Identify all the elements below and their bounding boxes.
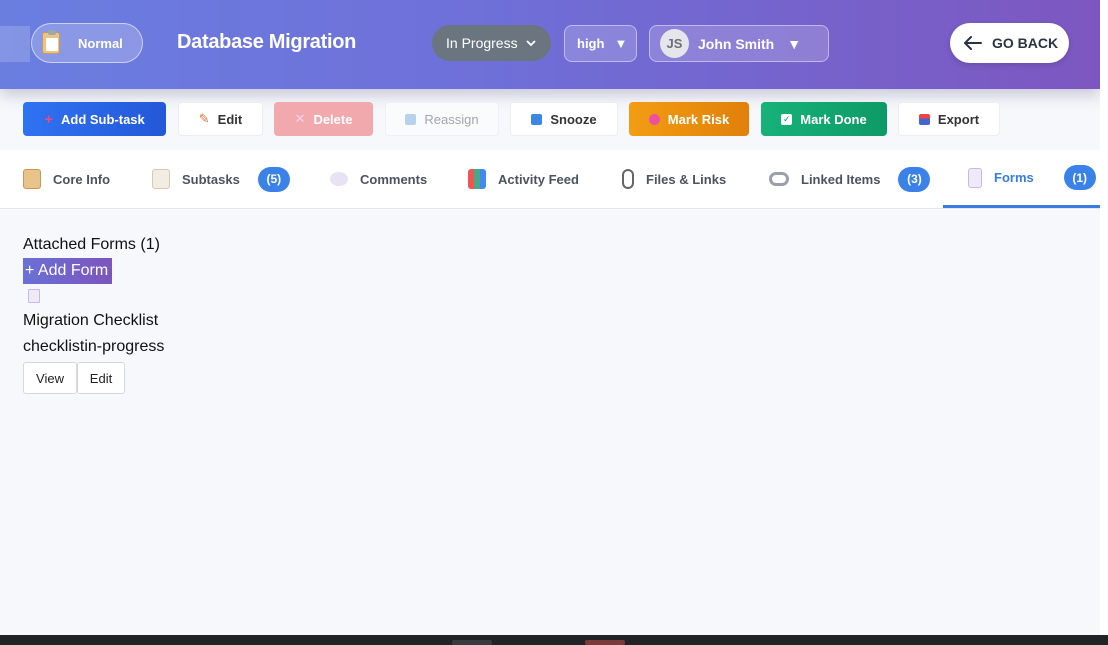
tab-linked-items[interactable]: Linked Items (3) — [769, 150, 931, 208]
taskbar-item[interactable] — [585, 640, 625, 645]
add-subtask-label: Add Sub-task — [60, 111, 145, 127]
caret-down-icon: ▼ — [614, 36, 628, 51]
link-icon — [769, 172, 789, 186]
snooze-button[interactable]: Snooze — [510, 102, 618, 136]
go-back-button[interactable]: GO BACK — [950, 23, 1069, 63]
taskbar-item[interactable] — [452, 640, 492, 645]
tab-activity-feed[interactable]: Activity Feed — [468, 150, 579, 208]
assignee-dropdown[interactable]: JS John Smith ▼ — [649, 25, 829, 62]
mark-done-label: Mark Done — [800, 111, 867, 127]
status-dropdown[interactable]: In Progress — [432, 25, 551, 61]
tab-label: Forms — [994, 170, 1034, 185]
tab-core-info[interactable]: Core Info — [23, 150, 110, 208]
reassign-button[interactable]: Reassign — [385, 102, 499, 136]
status-label: In Progress — [446, 35, 518, 51]
tab-label: Subtasks — [182, 171, 240, 187]
header-side-strip — [0, 26, 30, 62]
pause-icon — [531, 113, 543, 125]
tab-subtasks[interactable]: Subtasks (5) — [152, 150, 290, 208]
add-subtask-button[interactable]: + Add Sub-task — [23, 102, 166, 136]
plus-icon: + — [44, 110, 53, 128]
checkmark-icon: ✓ — [781, 113, 793, 125]
tab-label: Comments — [360, 171, 428, 187]
priority-dropdown[interactable]: high ▼ — [564, 25, 637, 62]
memo-icon — [152, 169, 170, 189]
export-label: Export — [937, 111, 980, 127]
mark-risk-label: Mark Risk — [667, 111, 730, 127]
tab-label: Files & Links — [646, 171, 727, 187]
paperclip-icon — [622, 169, 634, 189]
taskbar — [0, 635, 1108, 645]
avatar: JS — [660, 29, 689, 58]
edit-form-button[interactable]: Edit — [77, 362, 125, 394]
tab-comments[interactable]: Comments — [330, 150, 427, 208]
export-icon — [918, 113, 930, 125]
pencil-icon: ✎ — [198, 111, 210, 126]
tab-bar: Core Info Subtasks (5) Comments Activity… — [0, 150, 1101, 209]
go-back-label: GO BACK — [992, 35, 1059, 51]
delete-label: Delete — [313, 111, 353, 127]
task-type-label: Normal — [78, 35, 123, 51]
task-type-badge[interactable]: Normal — [31, 23, 143, 63]
snooze-label: Snooze — [550, 111, 597, 127]
priority-label: high — [577, 36, 605, 51]
bar-chart-icon — [468, 169, 486, 189]
arrow-left-icon — [964, 36, 982, 50]
window-edge — [1100, 0, 1108, 645]
forms-heading: Attached Forms (1) — [23, 236, 160, 253]
close-icon: ✕ — [294, 111, 306, 126]
reassign-label: Reassign — [424, 111, 479, 127]
caret-down-icon: ▼ — [787, 35, 802, 52]
view-form-button[interactable]: View — [23, 362, 77, 394]
tab-files-links[interactable]: Files & Links — [622, 150, 726, 208]
form-type-status: checklistin-progress — [23, 338, 165, 355]
tab-count-badge: (1) — [1063, 165, 1096, 190]
tab-label: Core Info — [53, 171, 111, 187]
speech-bubble-icon — [330, 172, 348, 186]
export-button[interactable]: Export — [898, 102, 1000, 136]
clipboard-icon — [42, 30, 60, 54]
tab-label: Linked Items — [801, 171, 881, 187]
edit-label: Edit — [217, 111, 243, 127]
tab-forms[interactable]: Forms (1) — [943, 150, 1101, 208]
repeat-icon — [405, 113, 417, 125]
document-icon — [28, 289, 40, 303]
add-form-button[interactable]: + Add Form — [23, 258, 112, 284]
mark-risk-button[interactable]: Mark Risk — [629, 102, 749, 136]
chevron-down-icon — [525, 40, 536, 47]
tab-count-badge: (5) — [257, 166, 290, 192]
page-title: Database Migration — [177, 31, 357, 53]
document-icon — [968, 167, 982, 188]
delete-button[interactable]: ✕ Delete — [274, 102, 373, 136]
form-name: Migration Checklist — [23, 312, 159, 329]
tab-label: Activity Feed — [498, 171, 579, 187]
warning-dot-icon — [648, 113, 660, 125]
tab-count-badge: (3) — [898, 166, 931, 192]
edit-button[interactable]: ✎ Edit — [178, 102, 263, 136]
clipboard-icon — [23, 169, 41, 189]
assignee-name: John Smith — [698, 35, 775, 52]
mark-done-button[interactable]: ✓ Mark Done — [761, 102, 887, 136]
page-header: Normal Database Migration In Progress hi… — [0, 0, 1100, 89]
